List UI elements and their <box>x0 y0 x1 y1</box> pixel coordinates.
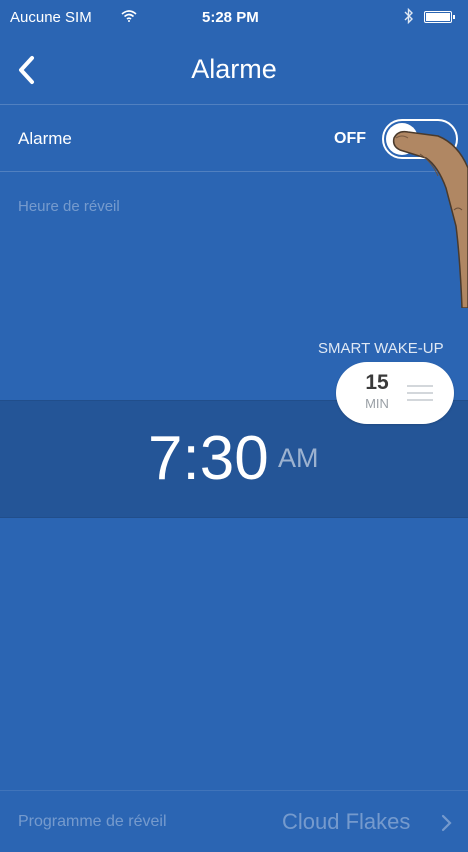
alarm-row: Alarme OFF <box>0 105 468 172</box>
smart-wakeup-label: SMART WAKE-UP <box>318 340 444 357</box>
toggle-knob <box>386 123 418 155</box>
menu-icon[interactable] <box>407 385 433 401</box>
smart-wakeup-value: 15 <box>365 371 389 394</box>
status-time: 5:28 PM <box>202 9 259 26</box>
carrier-label: Aucune SIM <box>10 9 92 26</box>
wifi-icon <box>121 9 137 25</box>
status-bar: Aucune SIM 5:28 PM <box>0 0 468 36</box>
wake-program-label: Programme de réveil <box>18 813 167 830</box>
battery-icon <box>424 11 455 23</box>
smart-wakeup-unit: MIN <box>365 396 389 411</box>
alarm-time[interactable]: 7:30 <box>148 423 269 494</box>
alarm-label: Alarme <box>18 129 72 148</box>
wake-program-value[interactable]: Cloud Flakes <box>282 809 410 835</box>
chevron-right-icon <box>441 814 452 832</box>
wake-program-row[interactable]: Programme de réveil Cloud Flakes <box>0 790 468 852</box>
bluetooth-icon <box>404 7 414 28</box>
wake-time-label: Heure de réveil <box>18 198 120 215</box>
alarm-state-text: OFF <box>334 130 366 147</box>
alarm-ampm[interactable]: AM <box>278 443 319 474</box>
alarm-toggle[interactable] <box>382 119 458 159</box>
smart-wakeup-pill[interactable]: 15 MIN <box>336 362 454 424</box>
page-title: Alarme <box>191 54 277 84</box>
nav-bar: Alarme <box>0 36 468 105</box>
